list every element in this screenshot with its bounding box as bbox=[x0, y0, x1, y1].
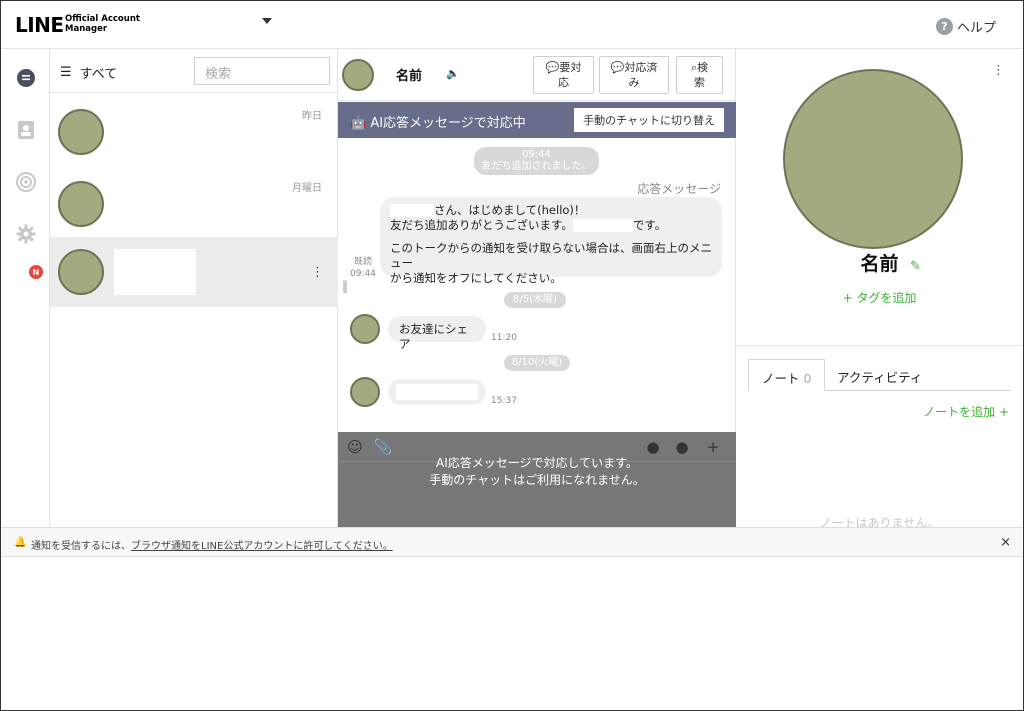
call-icon[interactable]: ● bbox=[674, 438, 690, 456]
redacted-text bbox=[390, 204, 434, 217]
response-message-label: 応答メッセージ bbox=[637, 182, 721, 196]
redacted-text bbox=[396, 384, 478, 400]
top-header: LINE Official Account Manager ? ヘルプ bbox=[1, 1, 1023, 49]
profile-tabs: ノート 0 アクティビティ bbox=[748, 359, 1011, 391]
menu-icon: ☰ bbox=[60, 65, 72, 80]
logo-subtitle: Official Account Manager bbox=[65, 14, 140, 34]
help-label: ヘルプ bbox=[957, 21, 997, 36]
user-message-bubble: お友達にシェア bbox=[388, 316, 486, 351]
divider bbox=[736, 345, 1023, 346]
edit-pencil-icon[interactable]: ✎ bbox=[910, 259, 921, 274]
chat-search-button[interactable]: ⌕検 索 bbox=[676, 56, 723, 94]
chat-list-panel: ☰ すべて 検索 昨日 月曜日 ⋮ bbox=[50, 49, 338, 527]
profile-avatar bbox=[783, 69, 963, 249]
help-button[interactable]: ? ヘルプ bbox=[936, 17, 996, 36]
chat-list-header: ☰ すべて 検索 bbox=[50, 49, 338, 93]
date-divider: 8/10(火曜) bbox=[504, 355, 570, 371]
emoji-icon[interactable]: ☺ bbox=[347, 438, 363, 456]
tab-activity[interactable]: アクティビティ bbox=[824, 359, 935, 391]
chat-header: 名前 🔈 💬要対 応 💬対応済 み ⌕検 索 bbox=[338, 49, 736, 101]
more-vertical-icon[interactable]: ⋮ bbox=[311, 265, 324, 280]
add-note-link[interactable]: ノートを追加 + bbox=[923, 403, 1009, 420]
tab-notes[interactable]: ノート 0 bbox=[748, 359, 826, 391]
filter-label: すべて bbox=[79, 67, 118, 82]
user-avatar[interactable] bbox=[350, 314, 380, 344]
close-icon[interactable]: × bbox=[1000, 535, 1011, 550]
contacts-icon[interactable] bbox=[15, 119, 37, 141]
profile-panel: ⋮ 名前 ✎ + タグを追加 ノート 0 アクティビティ ノートを追加 + ノート… bbox=[736, 49, 1023, 530]
user-avatar[interactable] bbox=[350, 377, 380, 407]
chat-avatar[interactable] bbox=[342, 59, 374, 91]
check-bubble-icon: 💬 bbox=[610, 61, 625, 74]
allow-notification-link[interactable]: ブラウザ通知をLINE公式アカウントに許可してください。 bbox=[131, 541, 393, 552]
handled-button[interactable]: 💬対応済 み bbox=[599, 56, 669, 94]
coupon-icon[interactable]: ● bbox=[645, 438, 661, 456]
chat-time: 昨日 bbox=[302, 111, 322, 122]
plus-icon[interactable]: + bbox=[705, 438, 721, 456]
line-logo[interactable]: LINE bbox=[15, 13, 64, 37]
composer-disabled-message: AI応答メッセージで対応しています。 手動のチャットはご利用になれません。 bbox=[429, 456, 645, 487]
needs-action-button[interactable]: 💬要対 応 bbox=[533, 56, 594, 94]
message-time: 15:37 bbox=[491, 396, 517, 406]
avatar bbox=[58, 109, 104, 155]
chat-icon[interactable] bbox=[15, 67, 37, 89]
speaker-icon[interactable]: 🔈 bbox=[446, 67, 460, 80]
attachment-icon[interactable]: 📎 bbox=[374, 438, 393, 456]
notification-permission-bar: 🔔 通知を受信するには、ブラウザ通知をLINE公式アカウントに許可してください。… bbox=[1, 527, 1023, 557]
message-composer-disabled: ☺ 📎 ● ● + AI応答メッセージで対応しています。 手動のチャットはご利用… bbox=[338, 432, 736, 527]
settings-notification-badge: N bbox=[29, 265, 43, 279]
avatar bbox=[58, 181, 104, 227]
switch-to-manual-button[interactable]: 手動のチャットに切り替え bbox=[574, 108, 724, 132]
avatar bbox=[58, 249, 104, 295]
chat-panel: 名前 🔈 💬要対 応 💬対応済 み ⌕検 索 🤖 AI応答メッセージで対応中 手… bbox=[338, 49, 736, 527]
search-input[interactable]: 検索 bbox=[194, 57, 330, 85]
settings-gear-icon[interactable] bbox=[15, 223, 37, 245]
add-tag-link[interactable]: + タグを追加 bbox=[736, 289, 1023, 306]
redacted-name-block bbox=[114, 249, 196, 295]
speech-bubble-icon: 💬 bbox=[545, 61, 560, 74]
chat-time: 月曜日 bbox=[292, 183, 322, 194]
bell-icon: 🔔 bbox=[14, 537, 27, 548]
ai-response-banner: 🤖 AI応答メッセージで対応中 手動のチャットに切り替え bbox=[338, 102, 736, 138]
robot-icon: 🤖 bbox=[350, 116, 367, 131]
profile-name: 名前 bbox=[860, 253, 899, 275]
date-divider: 8/5(木曜) bbox=[504, 292, 566, 308]
read-receipt: 既読 09:44 bbox=[350, 257, 376, 279]
drag-handle-icon[interactable]: ‖ bbox=[342, 279, 348, 293]
filter-dropdown[interactable]: ☰ すべて bbox=[60, 63, 117, 82]
user-message-bubble bbox=[388, 379, 486, 405]
redacted-text bbox=[572, 219, 633, 232]
message-time: 11:20 bbox=[491, 333, 517, 343]
system-message: 09:44 友だち追加されました。 bbox=[474, 147, 599, 175]
account-switch-chevron-down-icon[interactable] bbox=[262, 18, 272, 24]
left-nav-rail: N bbox=[1, 49, 50, 527]
notification-text: 通知を受信するには、ブラウザ通知をLINE公式アカウントに許可してください。 bbox=[31, 541, 393, 552]
chat-list-item-selected[interactable]: ⋮ bbox=[50, 237, 338, 307]
broadcast-icon[interactable] bbox=[15, 171, 37, 193]
chat-name: 名前 bbox=[396, 69, 423, 84]
chat-list-item[interactable]: 月曜日 bbox=[50, 169, 338, 239]
more-vertical-icon[interactable]: ⋮ bbox=[992, 63, 1005, 78]
question-icon: ? bbox=[936, 18, 953, 35]
chat-list-item[interactable]: 昨日 bbox=[50, 97, 338, 167]
auto-response-bubble: さん、はじめまして(hello)！ 友だち追加ありがとうございます。 です。 この… bbox=[380, 197, 722, 285]
ai-banner-text: 🤖 AI応答メッセージで対応中 bbox=[350, 116, 526, 131]
